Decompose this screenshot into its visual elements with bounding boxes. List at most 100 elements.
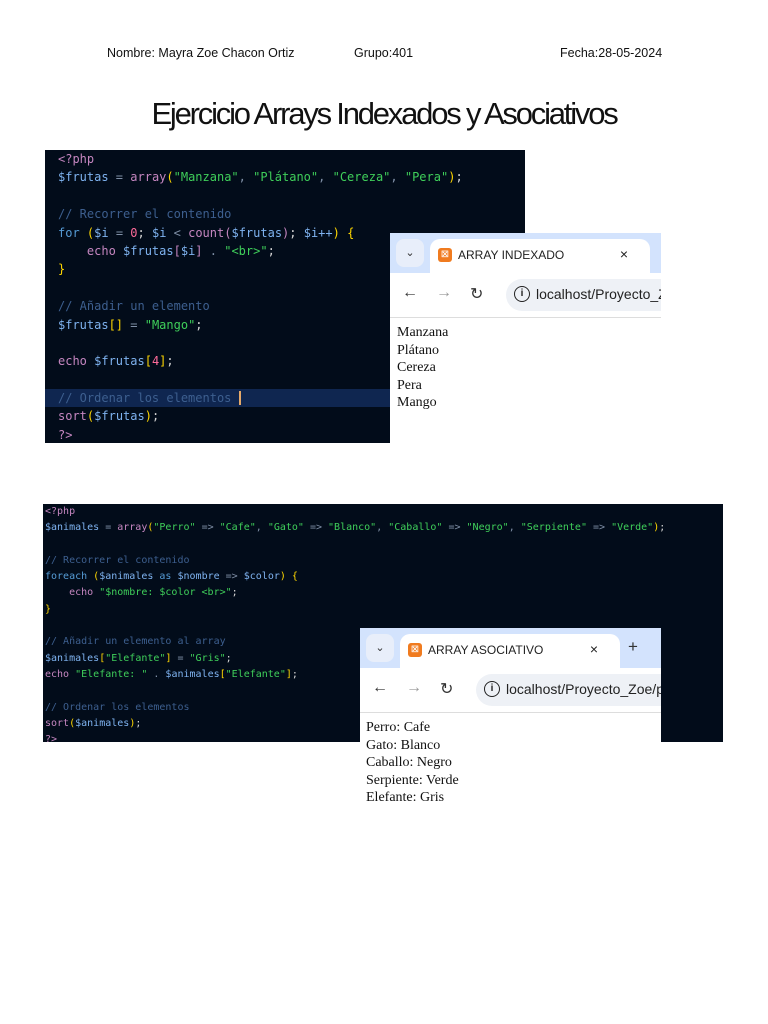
page-output: Perro: Cafe Gato: Blanco Caballo: Negro …	[360, 713, 661, 807]
forward-icon[interactable]: →	[406, 679, 422, 697]
code-token: array	[130, 170, 167, 185]
code-token: count	[188, 225, 225, 240]
code-token: array	[117, 522, 148, 534]
code-token: =>	[219, 571, 244, 583]
code-token: "Mango"	[144, 317, 196, 332]
back-icon[interactable]: ←	[372, 679, 388, 697]
address-bar[interactable]: i localhost/Proyecto_Zoe/ph	[476, 674, 661, 706]
output-line: Manzana	[397, 325, 449, 340]
code-token: {	[285, 571, 298, 583]
reload-icon[interactable]: ↻	[440, 679, 453, 699]
info-icon[interactable]: i	[484, 681, 500, 697]
code-token: "Gris"	[189, 652, 226, 664]
code-line: }	[43, 602, 723, 618]
code-token: "Elefante: "	[75, 668, 148, 680]
code-token: }	[58, 262, 66, 277]
code-token: "Pera"	[404, 170, 449, 185]
code-line: $animales = array("Perro" => "Cafe", "Ga…	[43, 520, 723, 536]
code-line: <?php	[45, 150, 525, 168]
code-line: // Recorrer el contenido	[43, 553, 723, 569]
code-token: $animales	[165, 668, 220, 680]
code-token: "Verde"	[611, 522, 654, 534]
code-token: "Cafe"	[219, 522, 256, 534]
address-bar[interactable]: i localhost/Proyecto_Z	[506, 279, 661, 311]
code-token: $color	[243, 571, 280, 583]
xampp-favicon-icon: ⊠	[408, 643, 422, 657]
code-token: $frutas	[58, 317, 109, 332]
info-icon[interactable]: i	[514, 286, 530, 302]
code-token: // Añadir un elemento	[58, 299, 210, 314]
code-token: ]	[195, 243, 203, 258]
close-tab-icon[interactable]: ×	[590, 641, 598, 657]
code-token: // Recorrer el contenido	[58, 207, 232, 222]
code-token: echo	[45, 668, 76, 680]
output-line: Cereza	[397, 360, 436, 376]
group: Grupo:401	[354, 46, 414, 60]
output-line: Elefante: Gris	[366, 790, 445, 806]
code-line: // Recorrer el contenido	[45, 205, 525, 223]
code-token: foreach	[45, 571, 94, 583]
code-token: "Gato"	[267, 522, 304, 534]
close-tab-icon[interactable]: ×	[620, 246, 628, 262]
code-token: =	[108, 225, 131, 240]
tab-title: ARRAY INDEXADO	[458, 248, 565, 262]
code-token: "Cereza"	[332, 170, 391, 185]
tab-bar: ⌄ ⊠ ARRAY ASOCIATIVO × +	[360, 628, 661, 668]
code-token: $animales	[45, 652, 100, 664]
output-line: Gato: Blanco	[366, 737, 441, 753]
code-token: ;	[455, 170, 463, 185]
output-line: Perro: Cafe	[366, 720, 431, 735]
code-token: ;	[195, 317, 203, 332]
code-token: "Caballo"	[388, 522, 443, 534]
code-token: "Elefante"	[105, 652, 166, 664]
code-token: "<br>"	[224, 243, 268, 258]
date: Fecha:28-05-2024	[560, 46, 663, 60]
code-token: $animales	[99, 571, 154, 583]
code-token: =>	[442, 522, 467, 534]
code-token: =>	[303, 522, 329, 534]
code-token: }	[45, 603, 52, 615]
forward-icon[interactable]: →	[436, 284, 452, 302]
code-line: foreach ($animales as $nombre => $color)…	[43, 569, 723, 585]
tab-array-indexado[interactable]: ⊠ ARRAY INDEXADO ×	[430, 239, 650, 273]
code-token: ;	[166, 354, 174, 369]
code-token: $frutas	[58, 170, 109, 185]
code-line: echo "$nombre: $color <br>";	[43, 585, 723, 601]
code-token: $nombre	[177, 571, 220, 583]
code-token: "Negro"	[466, 522, 509, 534]
page-output: Manzana Plátano Cereza Pera Mango	[390, 318, 661, 412]
code-token: ?>	[58, 427, 73, 442]
output-line: Serpiente: Verde	[366, 772, 459, 788]
code-token: =>	[586, 522, 612, 534]
code-token: ;	[267, 243, 275, 258]
code-token: $frutas	[123, 243, 174, 258]
code-token: "Manzana"	[173, 170, 239, 185]
code-token: $frutas	[231, 225, 283, 240]
code-token: ;	[289, 225, 304, 240]
code-token: (	[166, 170, 174, 185]
code-token: echo	[45, 587, 100, 599]
code-token: // Ordenar los elementos	[45, 701, 190, 713]
code-token: <?php	[45, 506, 76, 517]
tab-array-asociativo[interactable]: ⊠ ARRAY ASOCIATIVO ×	[400, 634, 620, 668]
code-token: .	[202, 243, 225, 258]
url-text: localhost/Proyecto_Z	[536, 286, 661, 302]
code-token: for	[58, 225, 87, 240]
code-token: $frutas	[94, 354, 145, 369]
student-name: Nombre: Mayra Zoe Chacon Ortiz	[107, 46, 295, 60]
code-token: {	[339, 225, 355, 240]
code-token: ,	[390, 170, 405, 185]
code-token: ;	[137, 225, 152, 240]
back-icon[interactable]: ←	[402, 284, 418, 302]
tab-search-dropdown-icon[interactable]: ⌄	[396, 239, 424, 267]
code-token: ,	[238, 170, 254, 185]
new-tab-button[interactable]: +	[628, 637, 638, 657]
tab-title: ARRAY ASOCIATIVO	[428, 643, 544, 657]
reload-icon[interactable]: ↻	[470, 284, 483, 304]
tab-search-dropdown-icon[interactable]: ⌄	[366, 634, 394, 662]
code-token: sort	[58, 409, 87, 424]
code-token: echo	[58, 243, 124, 258]
code-token: ;	[135, 717, 142, 729]
